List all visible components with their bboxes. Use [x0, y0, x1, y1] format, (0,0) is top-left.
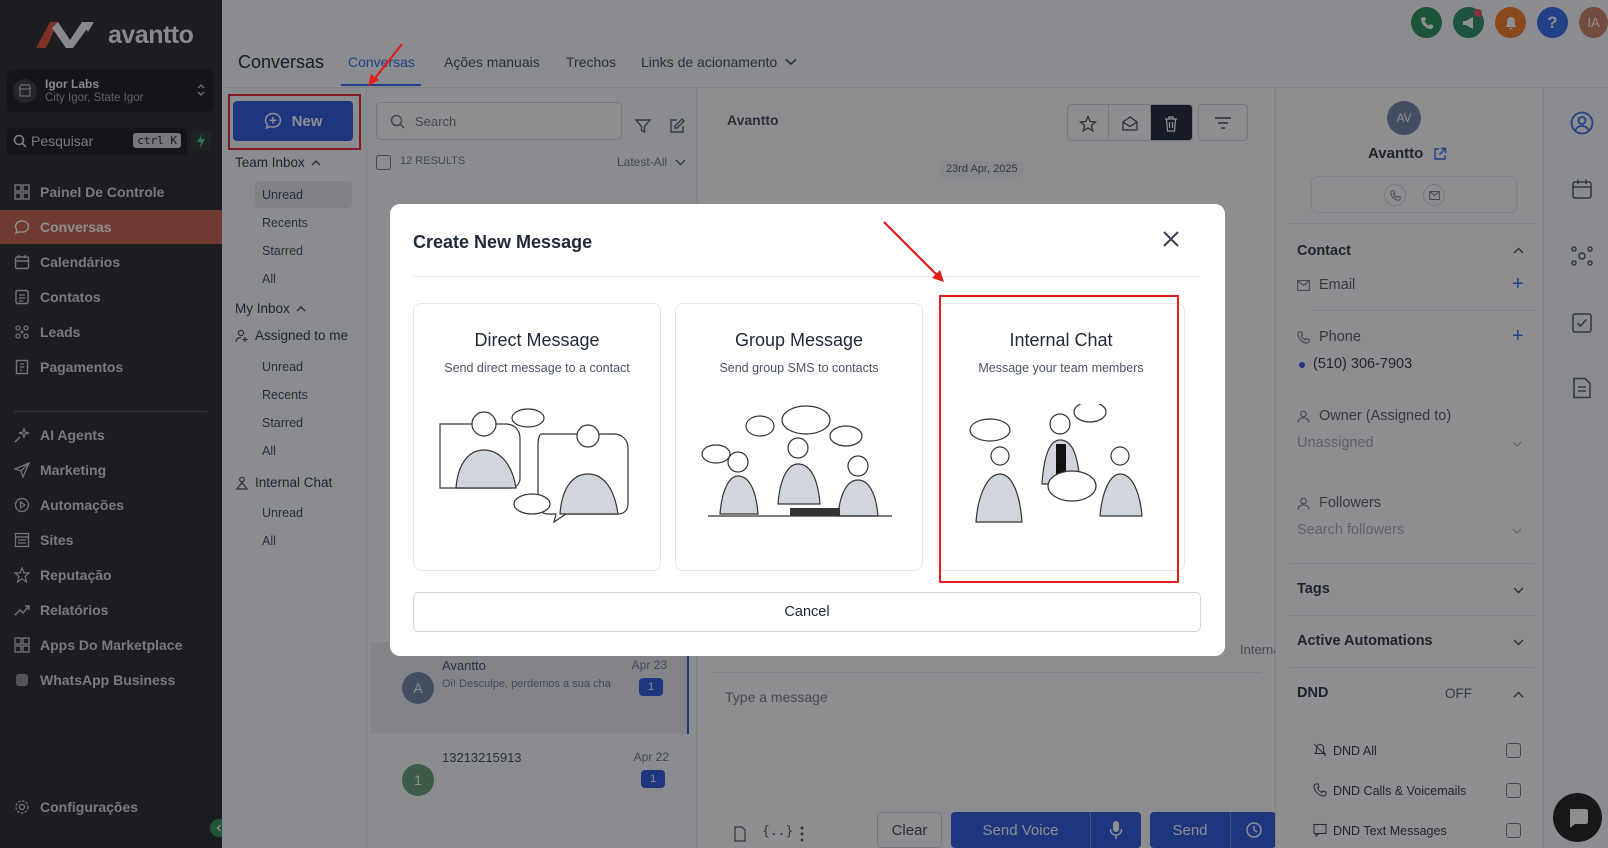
card-description: Send direct message to a contact: [444, 361, 630, 375]
close-modal-button[interactable]: [1158, 226, 1184, 252]
direct-message-illustration: [439, 408, 629, 524]
annotation-arrow-icon: [368, 43, 403, 86]
modal-title: Create New Message: [413, 232, 593, 252]
card-description: Send group SMS to contacts: [719, 361, 879, 375]
annotation-arrow-icon: [883, 221, 944, 282]
group-message-illustration: [701, 405, 892, 517]
annotation-highlight-internal-chat: [939, 295, 1179, 583]
cancel-button[interactable]: Cancel: [413, 592, 1201, 632]
direct-message-card[interactable]: Direct Message Send direct message to a …: [413, 303, 661, 571]
card-title: Group Message: [734, 330, 864, 350]
card-title: Direct Message: [474, 330, 600, 350]
group-message-card[interactable]: Group Message Send group SMS to contacts: [675, 303, 923, 571]
modal-divider: [413, 276, 1201, 277]
close-icon: [1163, 231, 1179, 247]
